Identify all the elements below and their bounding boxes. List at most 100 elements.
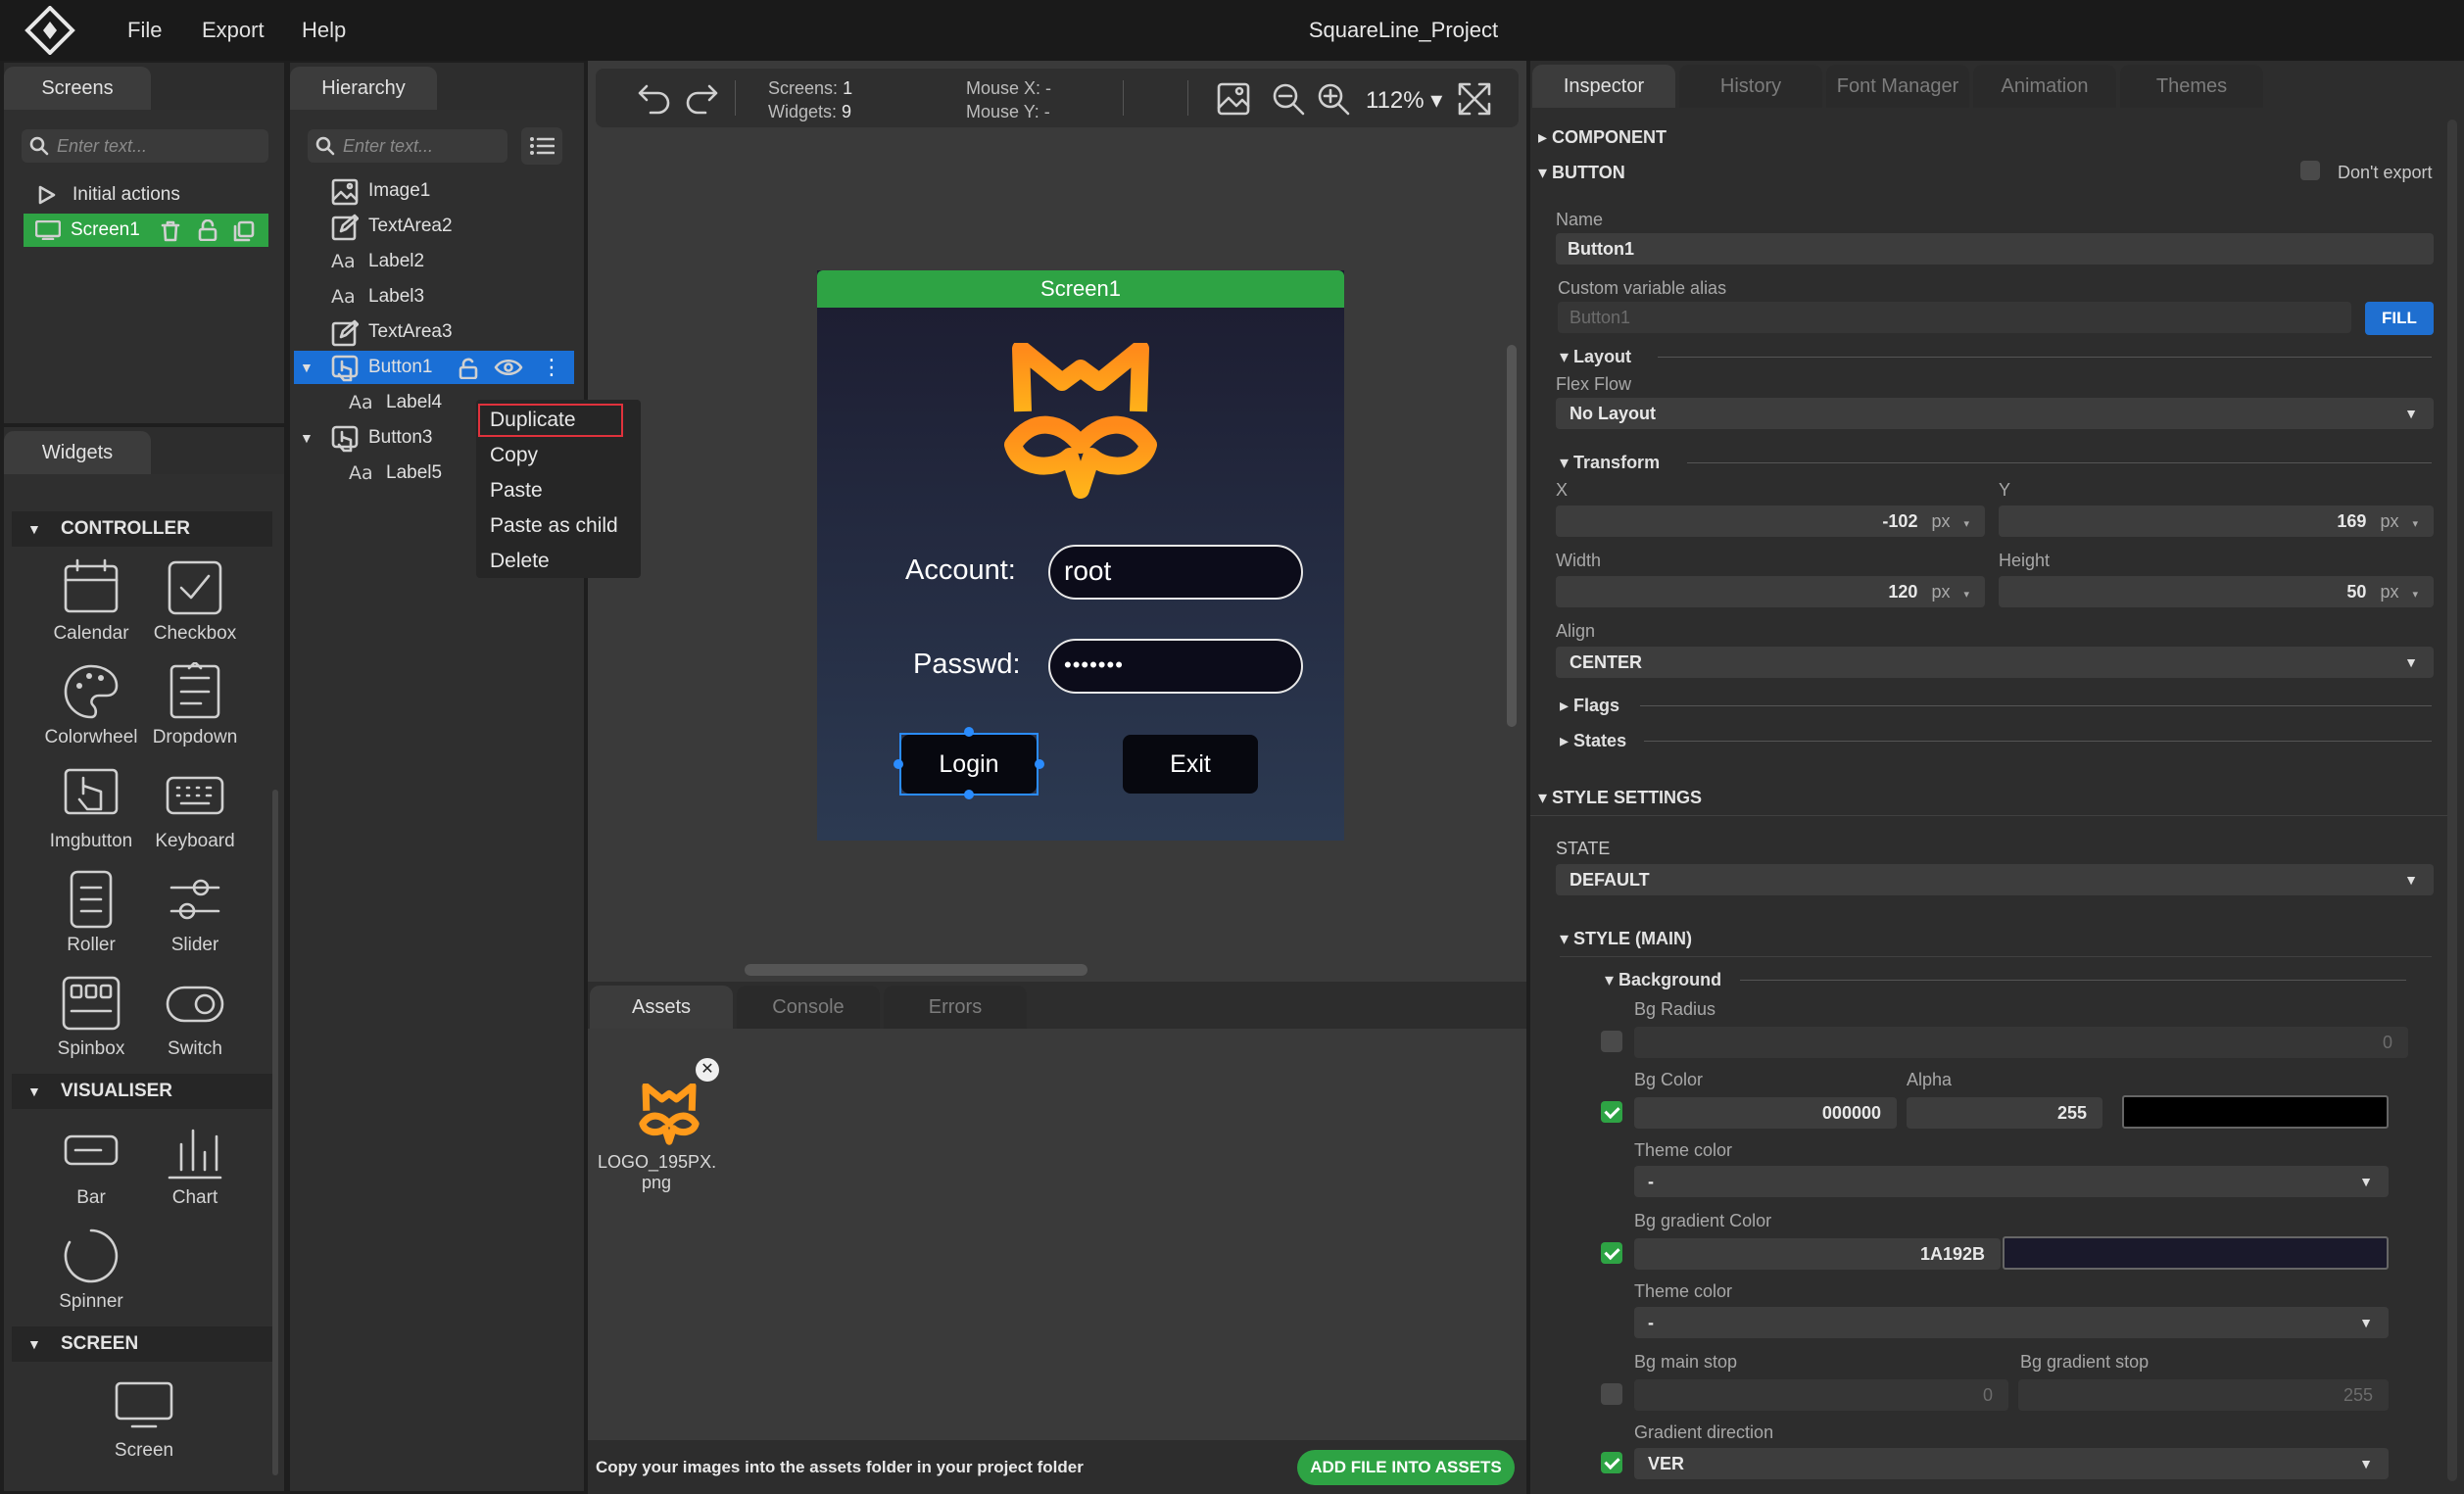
add-file-into-assets-button[interactable]: ADD FILE INTO ASSETS [1297, 1450, 1515, 1485]
theme-color2-select[interactable]: - ▼ [1634, 1307, 2389, 1338]
section-layout[interactable]: ▾ Layout [1560, 347, 1631, 367]
alias-input[interactable]: Button1 [1558, 302, 2351, 333]
hierarchy-item[interactable]: Image1 [294, 174, 574, 208]
asset-logo[interactable]: LOGO_195PX. png [598, 1080, 716, 1207]
section-style-main[interactable]: ▾ STYLE (MAIN) [1560, 929, 1692, 949]
unlock-icon[interactable] [459, 358, 478, 379]
widget-roller[interactable]: Roller [39, 870, 143, 956]
screens-search[interactable] [22, 129, 268, 163]
menu-item-paste-as-child[interactable]: Paste as child [490, 514, 618, 538]
section-style-settings[interactable]: ▾ STYLE SETTINGS [1538, 788, 1702, 808]
theme-color-select[interactable]: - ▼ [1634, 1166, 2389, 1197]
bg-gradient-checkbox[interactable] [1601, 1242, 1622, 1264]
eye-icon[interactable] [494, 359, 523, 376]
category-screen[interactable]: ▼ SCREEN [12, 1326, 272, 1362]
align-select[interactable]: CENTER ▼ [1556, 647, 2434, 678]
widget-calendar[interactable]: Calendar [39, 558, 143, 645]
hierarchy-item[interactable]: TextArea3 [294, 315, 574, 349]
bg-radius-input[interactable]: 0 [1634, 1027, 2408, 1058]
resize-handle-right[interactable] [1035, 759, 1044, 769]
category-visualiser[interactable]: ▼ VISUALISER [12, 1074, 272, 1109]
exit-button[interactable]: Exit [1123, 735, 1258, 794]
screens-search-input[interactable] [57, 129, 265, 163]
x-input[interactable]: -102 px ▾ [1556, 506, 1985, 537]
widget-spinbox[interactable]: Spinbox [39, 974, 143, 1060]
tab-font-manager[interactable]: Font Manager [1826, 65, 1969, 108]
hierarchy-item[interactable]: Aa Label2 [294, 245, 574, 278]
bg-stop-checkbox[interactable] [1601, 1383, 1622, 1405]
section-button[interactable]: ▾ BUTTON [1538, 163, 1625, 183]
hierarchy-search-input[interactable] [343, 129, 504, 163]
widget-spinner[interactable]: Spinner [39, 1227, 143, 1313]
flex-flow-select[interactable]: No Layout ▼ [1556, 398, 2434, 429]
gradient-direction-checkbox[interactable] [1601, 1452, 1622, 1473]
tab-console[interactable]: Console [737, 986, 880, 1029]
widget-colorwheel[interactable]: Colorwheel [39, 662, 143, 748]
category-controller[interactable]: ▼ CONTROLLER [12, 511, 272, 547]
bg-gradient-input[interactable]: 1A192B [1634, 1238, 2001, 1270]
hierarchy-view-toggle[interactable] [521, 127, 562, 165]
lock-icon[interactable] [198, 219, 217, 241]
section-states[interactable]: ▸ States [1560, 731, 1626, 751]
redo-icon[interactable] [684, 82, 719, 116]
widget-keyboard[interactable]: Keyboard [143, 766, 247, 852]
widgets-scrollbar[interactable] [272, 790, 278, 1475]
dont-export-checkbox[interactable] [2300, 161, 2320, 180]
name-input[interactable]: Button1 [1556, 233, 2434, 265]
zoom-in-icon[interactable] [1317, 82, 1350, 116]
tab-errors[interactable]: Errors [884, 986, 1027, 1029]
widget-bar[interactable]: Bar [39, 1123, 143, 1209]
section-transform[interactable]: ▾ Transform [1560, 453, 1660, 473]
section-background[interactable]: ▾ Background [1605, 970, 1721, 990]
state-select[interactable]: DEFAULT ▼ [1556, 864, 2434, 895]
alpha-input[interactable]: 255 [1907, 1097, 2102, 1129]
tab-history[interactable]: History [1679, 65, 1822, 108]
zoom-out-icon[interactable] [1272, 82, 1305, 116]
bg-color-input[interactable]: 000000 [1634, 1097, 1897, 1129]
widget-screen[interactable]: Screen [92, 1375, 196, 1462]
trash-icon[interactable] [161, 220, 180, 242]
zoom-level[interactable]: 112% ▾ [1366, 86, 1442, 115]
account-textarea[interactable]: root [1048, 545, 1303, 600]
menu-item-paste[interactable]: Paste [490, 479, 543, 503]
widget-imgbutton[interactable]: Imgbutton [39, 766, 143, 852]
bg-grad-stop-input[interactable]: 255 [2018, 1379, 2389, 1411]
tab-animation[interactable]: Animation [1973, 65, 2116, 108]
bg-gradient-swatch[interactable] [2003, 1236, 2389, 1270]
remove-asset-icon[interactable]: ✕ [696, 1058, 719, 1082]
undo-icon[interactable] [637, 82, 672, 116]
hierarchy-search[interactable] [308, 129, 507, 163]
background-image-icon[interactable] [1217, 82, 1250, 116]
y-input[interactable]: 169 px ▾ [1999, 506, 2434, 537]
menu-item-copy[interactable]: Copy [490, 444, 538, 467]
menu-item-delete[interactable]: Delete [490, 550, 550, 573]
hierarchy-item[interactable]: Aa Label3 [294, 280, 574, 313]
hierarchy-item[interactable]: TextArea2 [294, 210, 574, 243]
widget-checkbox[interactable]: Checkbox [143, 558, 247, 645]
fox-logo-image[interactable] [993, 343, 1168, 511]
gradient-direction-select[interactable]: VER ▼ [1634, 1448, 2389, 1479]
list-item-screen1[interactable]: Screen1 [24, 214, 268, 247]
tab-widgets[interactable]: Widgets [4, 431, 151, 474]
menu-item-duplicate[interactable]: Duplicate [490, 409, 576, 432]
fill-button[interactable]: FILL [2365, 302, 2434, 335]
section-component[interactable]: ▸ COMPONENT [1538, 127, 1667, 148]
expand-arrow-icon[interactable]: ▼ [300, 351, 314, 384]
section-flags[interactable]: ▸ Flags [1560, 696, 1619, 716]
widget-slider[interactable]: Slider [143, 870, 247, 956]
tab-themes[interactable]: Themes [2120, 65, 2263, 108]
widget-switch[interactable]: Switch [143, 974, 247, 1060]
bg-color-checkbox[interactable] [1601, 1101, 1622, 1123]
tab-screens[interactable]: Screens [4, 67, 151, 110]
passwd-textarea[interactable]: ••••••• [1048, 639, 1303, 694]
bg-main-stop-input[interactable]: 0 [1634, 1379, 2008, 1411]
height-input[interactable]: 50 px ▾ [1999, 576, 2434, 607]
widget-chart[interactable]: Chart [143, 1123, 247, 1209]
duplicate-icon[interactable] [233, 220, 255, 242]
hierarchy-item[interactable]: ▼ Button1 ⋮ [294, 351, 574, 384]
widget-dropdown[interactable]: Dropdown [143, 662, 247, 748]
canvas-hscrollbar[interactable] [745, 964, 1087, 976]
resize-handle-left[interactable] [894, 759, 903, 769]
resize-handle-top[interactable] [964, 727, 974, 737]
fullscreen-icon[interactable] [1458, 82, 1491, 116]
